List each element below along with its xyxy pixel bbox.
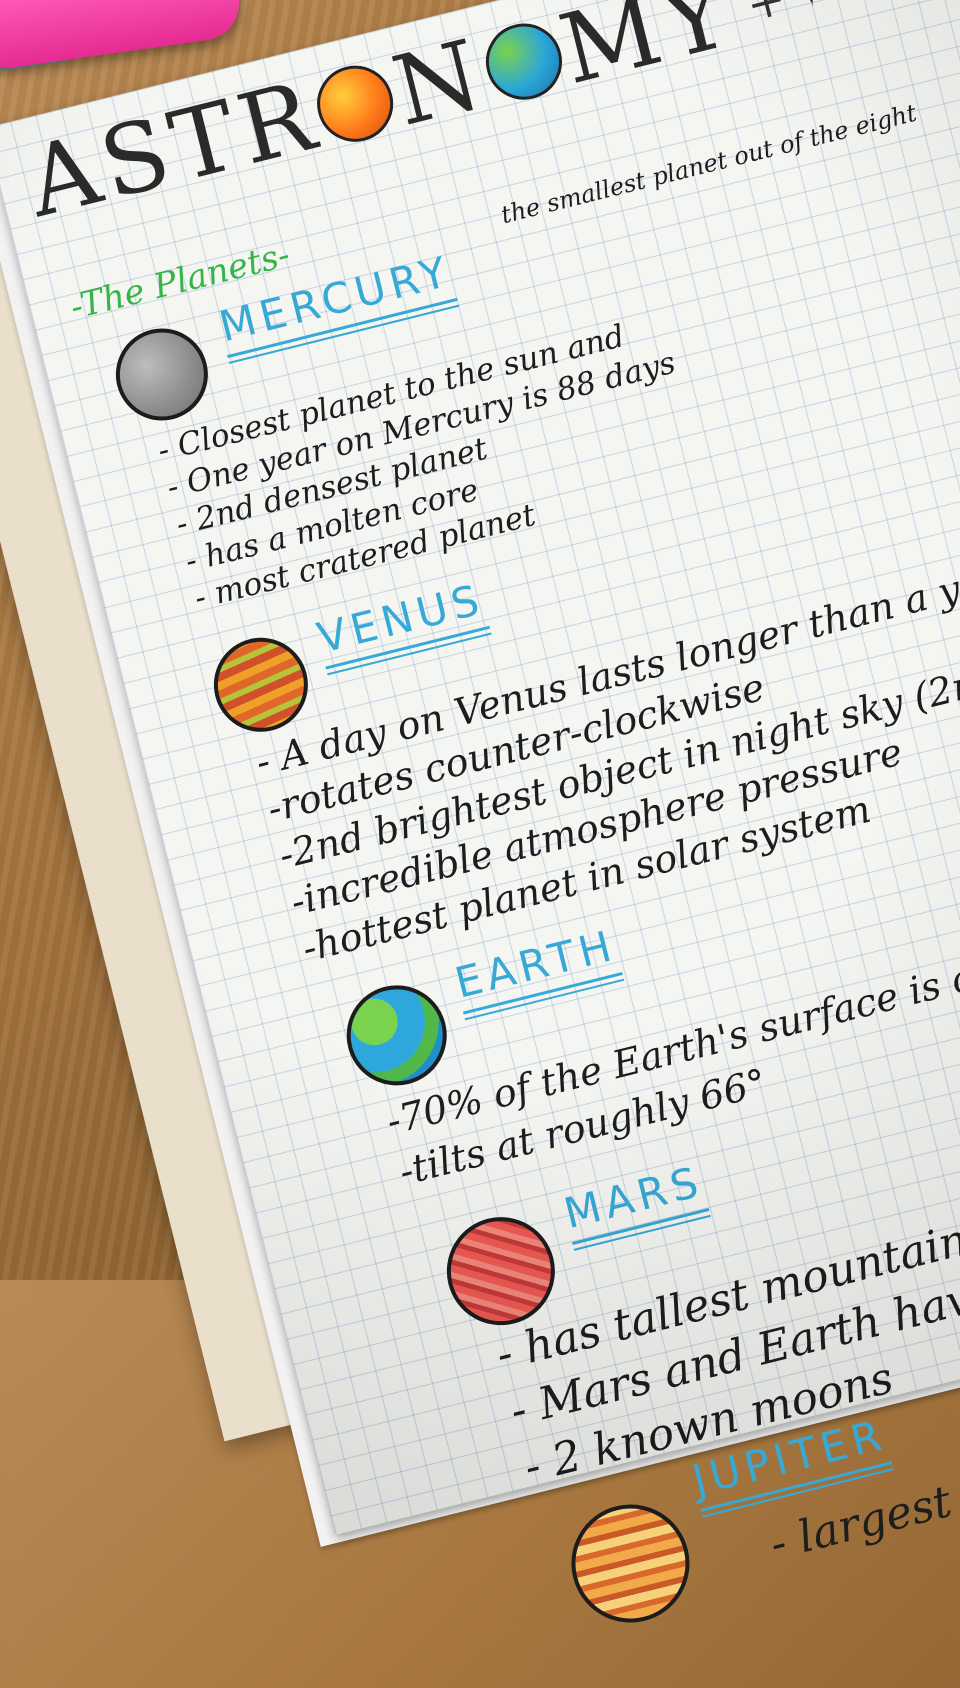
mercury-intro: the smallest planet out of the eight <box>498 98 920 230</box>
title-text-right: MY <box>549 0 746 107</box>
mercury-planet-icon <box>106 318 218 431</box>
venus-heading: VENUS <box>312 574 491 670</box>
mars-planet-doodle-icon <box>309 57 402 150</box>
grid-paper-notes: ASTR N MY +✦ -The Planets- MERCURY the s… <box>0 0 960 1636</box>
sparkle-icon: +✦ <box>741 0 841 32</box>
jupiter-note: - largest <box>765 1475 957 1571</box>
earth-planet-icon <box>336 974 458 1096</box>
mars-heading: MARS <box>559 1156 710 1246</box>
jupiter-planet-icon <box>558 1491 702 1636</box>
venus-planet-icon <box>203 627 318 742</box>
earth-heading: EARTH <box>450 920 623 1015</box>
